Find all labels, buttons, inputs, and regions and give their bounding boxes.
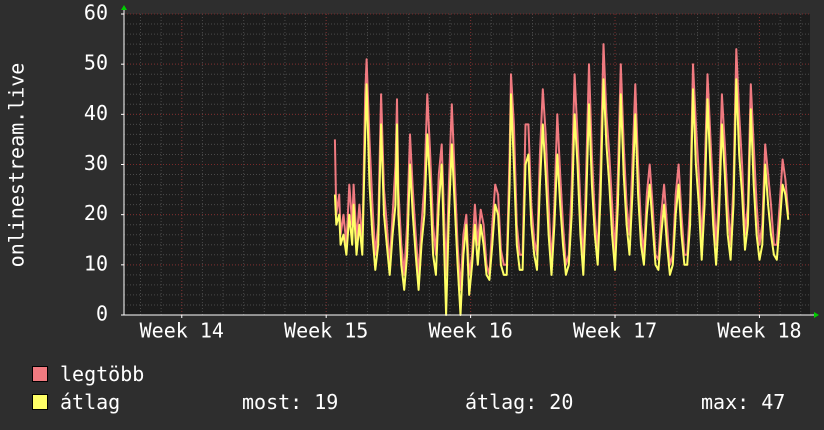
stat-average: átlag: 20 xyxy=(465,390,574,414)
y-tick-label: 30 xyxy=(84,151,108,175)
x-tick-label: Week 18 xyxy=(717,319,801,343)
stat-now: most: 19 xyxy=(242,390,339,414)
legend-swatch-avg xyxy=(32,394,48,410)
legend-item-avg: átlag xyxy=(32,391,120,413)
x-tick-labels: Week 14 Week 15 Week 16 Week 17 Week 18 xyxy=(140,315,802,343)
y-tick-label: 40 xyxy=(84,101,108,125)
y-tick-label: 0 xyxy=(96,302,108,326)
y-axis-arrow xyxy=(121,5,127,10)
x-tick-label: Week 15 xyxy=(284,319,368,343)
x-tick-label: Week 14 xyxy=(140,319,224,343)
legend-item-max: legtöbb xyxy=(32,363,144,385)
legend-label-avg: átlag xyxy=(60,390,121,414)
legend-label-max: legtöbb xyxy=(60,362,145,386)
x-tick-label: Week 17 xyxy=(573,319,657,343)
line-chart: 0102030405060 Week 14 Week 15 Week 16 Week … xyxy=(5,1,819,343)
y-tick-label: 20 xyxy=(84,201,108,225)
y-tick-labels: 0 10 20 30 40 50 60 xyxy=(84,1,124,326)
y-tick-label: 60 xyxy=(84,1,108,25)
y-axis-label: onlinestream.live xyxy=(5,63,29,268)
legend-swatch-max xyxy=(32,366,48,382)
stat-max: max: 47 xyxy=(701,390,786,414)
y-tick-label: 10 xyxy=(84,251,108,275)
x-axis-arrow xyxy=(814,312,819,318)
x-tick-label: Week 16 xyxy=(428,319,512,343)
y-tick-label: 50 xyxy=(84,51,108,75)
